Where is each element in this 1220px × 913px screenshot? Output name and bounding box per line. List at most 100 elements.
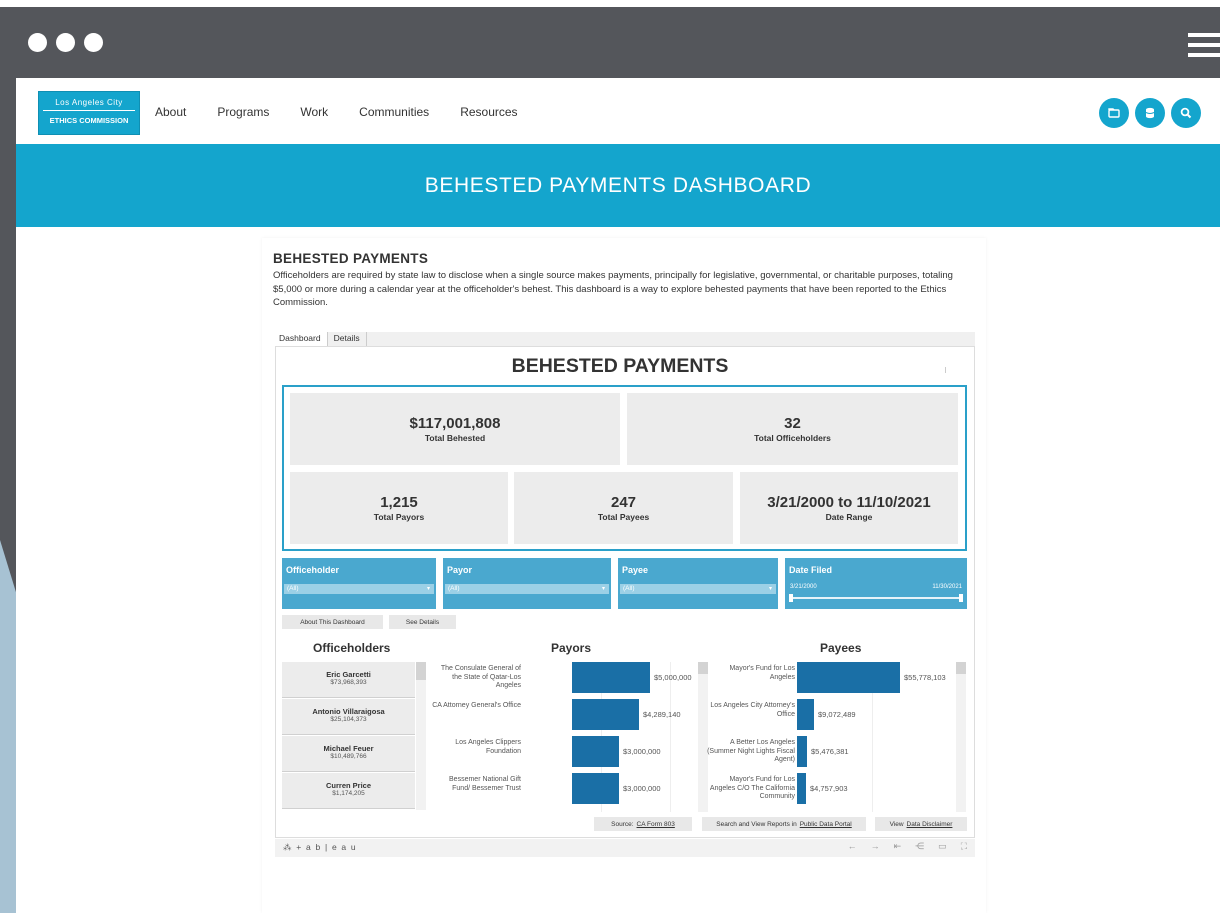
see-details-button[interactable]: See Details (389, 615, 456, 629)
comment-icon[interactable]: ▭ (938, 841, 947, 852)
filter-payor: Payor (All) (443, 558, 611, 609)
nav-link-programs[interactable]: Programs (217, 105, 269, 119)
payees-scrollbar[interactable] (956, 662, 966, 812)
payee-value-label: $4,757,903 (810, 784, 848, 793)
share-icon[interactable]: ⋲ (915, 841, 924, 852)
top-strip (0, 0, 1220, 7)
dashboard-title: BEHESTED PAYMENTS (511, 355, 729, 377)
about-dashboard-button[interactable]: About This Dashboard (282, 615, 383, 629)
payee-bar[interactable] (797, 773, 806, 804)
payor-label: The Consulate General of the State of Qa… (440, 665, 521, 689)
payee-dropdown[interactable]: (All) (620, 584, 776, 594)
filter-date-filed: Date Filed 3/21/2000 11/30/2021 (785, 558, 967, 609)
payor-value-label: $4,289,140 (643, 710, 681, 719)
section-heading: BEHESTED PAYMENTS (273, 251, 429, 266)
officeholder-card[interactable]: Curren Price $1,174,205 (282, 773, 415, 809)
payor-value-label: $5,000,000 (654, 673, 692, 682)
undo-icon[interactable]: ← (848, 841, 857, 852)
payor-bar[interactable] (572, 773, 619, 804)
revert-icon[interactable]: ⇤ (894, 841, 902, 852)
tab-dashboard[interactable]: Dashboard (273, 332, 328, 346)
officeholder-card[interactable]: Antonio Villaraigosa $25,104,373 (282, 699, 415, 735)
database-icon[interactable] (1135, 98, 1165, 128)
tableau-logo[interactable]: ⁂ + a b | e a u (283, 842, 357, 853)
officeholders-scroll-thumb[interactable] (416, 662, 426, 680)
officeholder-card[interactable]: Eric Garcetti $73,968,393 (282, 662, 415, 698)
nav-link-communities[interactable]: Communities (359, 105, 429, 119)
officeholder-card[interactable]: Michael Feuer $10,489,766 (282, 736, 415, 772)
ethics-commission-logo[interactable]: Los Angeles City ETHICS COMMISSION (38, 91, 140, 135)
kpi-date-range: 3/21/2000 to 11/10/2021 Date Range (740, 472, 958, 544)
nav-link-work[interactable]: Work (300, 105, 328, 119)
side-decoration (0, 540, 16, 913)
date-slider-start-handle[interactable] (789, 594, 793, 602)
intro-text: Officeholders are required by state law … (273, 270, 953, 308)
kpi-total-behested: $117,001,808 Total Behested (290, 393, 620, 465)
payee-value-label: $9,072,489 (818, 710, 856, 719)
payee-label: A Better Los Angeles (Summer Night Light… (707, 739, 795, 763)
date-start: 3/21/2000 (790, 584, 817, 590)
title-marker (945, 367, 946, 373)
officeholder-dropdown[interactable]: (All) (284, 584, 434, 594)
nav-link-about[interactable]: About (155, 105, 186, 119)
payor-bar[interactable] (572, 662, 650, 693)
payee-bar[interactable] (797, 699, 814, 730)
payee-bar[interactable] (797, 662, 900, 693)
payor-bar[interactable] (572, 736, 619, 767)
payor-value-label: $3,000,000 (623, 747, 661, 756)
main-content: BEHESTED PAYMENTS Officeholders are requ… (262, 238, 986, 913)
window-dot-2[interactable] (56, 33, 75, 52)
payee-label: Mayor's Fund for Los Angeles (729, 665, 795, 681)
nav-links: About Programs Work Communities Resource… (155, 105, 518, 119)
window-dot-1[interactable] (28, 33, 47, 52)
window-dot-3[interactable] (84, 33, 103, 52)
payees-scroll-thumb[interactable] (956, 662, 966, 674)
source-link[interactable]: Source: CA Form 803 (594, 817, 692, 831)
public-data-portal-link[interactable]: Search and View Reports in Public Data Po… (702, 817, 866, 831)
date-slider-track[interactable] (791, 597, 961, 599)
payors-gridline (670, 662, 671, 812)
payor-label: CA Attorney General's Office (432, 702, 521, 709)
payee-value-label: $5,476,381 (811, 747, 849, 756)
officeholders-title: Officeholders (313, 641, 391, 655)
redo-icon[interactable]: → (871, 841, 880, 852)
payor-value-label: $3,000,000 (623, 784, 661, 793)
filter-officeholder: Officeholder (All) (282, 558, 436, 609)
fullscreen-icon[interactable]: ⛶ (961, 841, 967, 852)
nav-link-resources[interactable]: Resources (460, 105, 517, 119)
filter-payee: Payee (All) (618, 558, 778, 609)
payor-bar[interactable] (572, 699, 639, 730)
hamburger-menu-icon[interactable] (1188, 33, 1220, 57)
nav-icons (1099, 98, 1201, 128)
search-icon[interactable] (1171, 98, 1201, 128)
payor-label: Los Angeles Clippers Foundation (455, 739, 521, 755)
window-controls (28, 33, 103, 52)
date-end: 11/30/2021 (932, 584, 962, 590)
tableau-tabs: Dashboard Details (273, 332, 975, 346)
folder-icon[interactable] (1099, 98, 1129, 128)
payee-bar[interactable] (797, 736, 807, 767)
banner-title: BEHESTED PAYMENTS DASHBOARD (424, 173, 812, 197)
kpi-total-officeholders: 32 Total Officeholders (627, 393, 958, 465)
payee-value-label: $55,778,103 (904, 673, 946, 682)
tableau-toolbar: ⁂ + a b | e a u ← → ⇤ ⋲ ▭ ⛶ (275, 839, 975, 857)
payee-label: Los Angeles City Attorney's Office (710, 702, 795, 718)
payee-label: Mayor's Fund for Los Angeles C/O The Cal… (709, 776, 795, 800)
payees-title: Payees (820, 641, 862, 655)
kpi-total-payors: 1,215 Total Payors (290, 472, 508, 544)
officeholders-scrollbar[interactable] (416, 662, 426, 810)
page-banner: BEHESTED PAYMENTS DASHBOARD (16, 144, 1220, 227)
tab-details[interactable]: Details (328, 332, 367, 346)
kpi-panel: $117,001,808 Total Behested 32 Total Off… (282, 385, 967, 551)
payor-label: Bessemer National Gift Fund/ Bessemer Tr… (449, 776, 521, 792)
date-slider-end-handle[interactable] (959, 594, 963, 602)
payor-dropdown[interactable]: (All) (445, 584, 609, 594)
data-disclaimer-link[interactable]: View Data Disclaimer (875, 817, 967, 831)
payors-title: Payors (551, 641, 592, 655)
browser-chrome (0, 0, 1220, 78)
kpi-total-payees: 247 Total Payees (514, 472, 733, 544)
tableau-asterisk-icon: ⁂ (283, 842, 297, 852)
tableau-dashboard: BEHESTED PAYMENTS $117,001,808 Total Beh… (275, 346, 975, 838)
site-nav: Los Angeles City ETHICS COMMISSION About… (16, 78, 1220, 144)
toolbar-controls: ← → ⇤ ⋲ ▭ ⛶ (848, 841, 967, 852)
